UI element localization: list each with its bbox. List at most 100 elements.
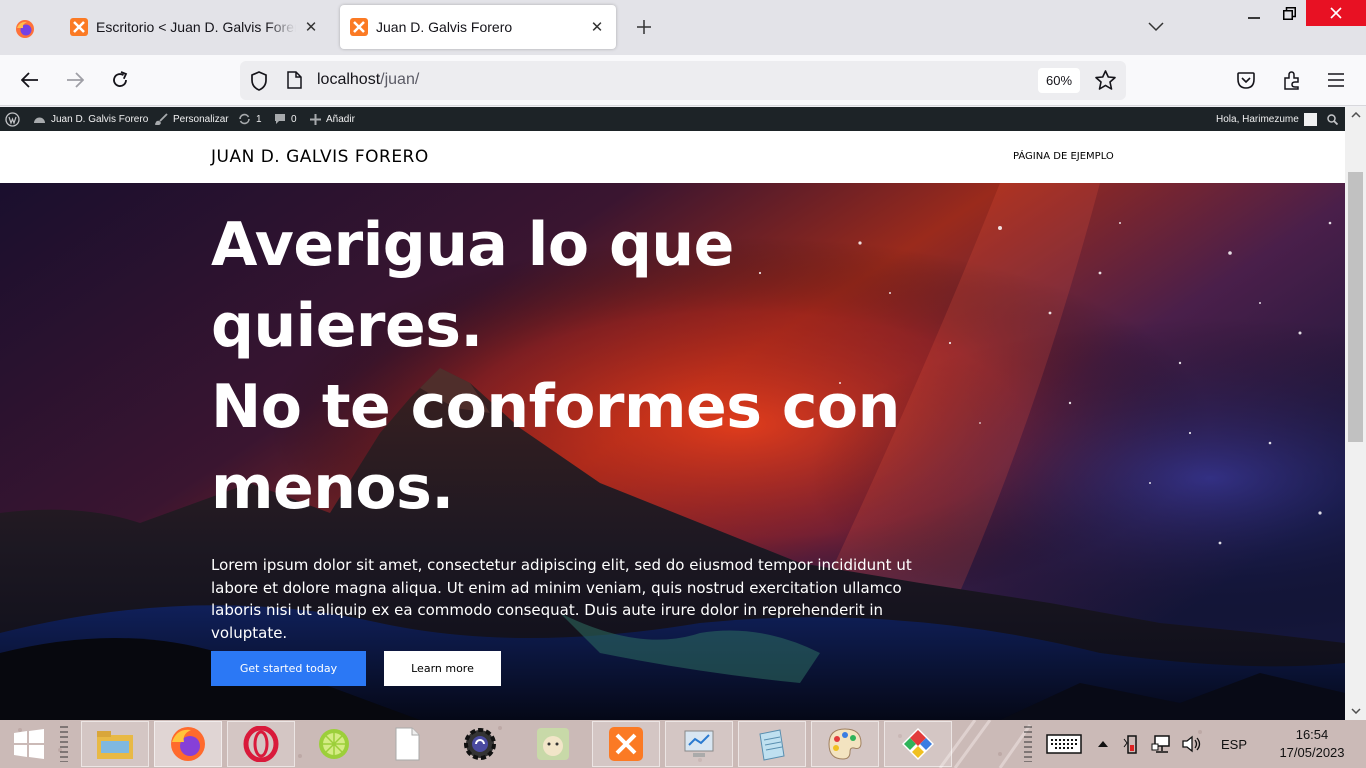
xampp-icon	[70, 18, 88, 36]
close-window-button[interactable]	[1306, 0, 1366, 26]
windows-taskbar: ESP 16:54 17/05/2023	[0, 720, 1366, 768]
battery-tray-icon[interactable]	[1120, 720, 1144, 768]
page-icon[interactable]	[287, 71, 302, 89]
taskbar-paint-app[interactable]	[811, 721, 879, 767]
touch-keyboard-button[interactable]	[1044, 720, 1084, 768]
url-text[interactable]: localhost/juan/	[317, 71, 419, 89]
opera-icon	[243, 726, 279, 762]
close-tab-icon[interactable]: ✕	[588, 18, 606, 36]
plus-icon	[310, 113, 321, 125]
wp-my-account[interactable]: Hola, Harimezume	[1216, 107, 1317, 131]
wp-add-new[interactable]: Añadir	[310, 107, 355, 131]
taskbar-file-explorer[interactable]	[81, 721, 149, 767]
back-button[interactable]	[17, 67, 43, 93]
tab-juan-galvis[interactable]: Juan D. Galvis Forero ✕	[340, 5, 616, 49]
bookmark-star-icon[interactable]	[1095, 70, 1116, 90]
learn-more-button[interactable]: Learn more	[384, 651, 501, 686]
tab-title: Juan D. Galvis Forero	[376, 19, 513, 35]
list-all-tabs-button[interactable]	[1144, 15, 1168, 39]
taskbar-xampp[interactable]	[592, 721, 660, 767]
wp-site-name[interactable]: Juan D. Galvis Forero	[33, 107, 148, 131]
document-icon	[395, 727, 420, 761]
xampp-icon	[350, 18, 368, 36]
menu-button[interactable]	[1323, 67, 1349, 93]
wp-greeting: Hola, Harimezume	[1216, 113, 1299, 125]
hamburger-menu-icon	[1328, 73, 1344, 87]
network-tray-icon[interactable]	[1150, 720, 1174, 768]
taskbar-opera[interactable]	[227, 721, 295, 767]
taskbar-monitor-app[interactable]	[665, 721, 733, 767]
forward-button[interactable]	[62, 67, 88, 93]
nav-item-pagina-de-ejemplo[interactable]: PÁGINA DE EJEMPLO	[1013, 151, 1114, 162]
network-icon	[1151, 735, 1170, 753]
hero-title-line: Averigua lo que	[211, 210, 734, 280]
tab-title: Escritorio < Juan D. Galvis Forero — Wor…	[96, 19, 296, 35]
reload-button[interactable]	[107, 67, 133, 93]
close-tab-icon[interactable]: ✕	[302, 18, 320, 36]
taskbar-firefox[interactable]	[154, 721, 222, 767]
windows-logo-icon	[14, 729, 44, 759]
page-scrollbar[interactable]	[1345, 107, 1366, 720]
updates-icon	[239, 113, 250, 125]
start-button[interactable]	[12, 728, 46, 760]
taskbar-color-tiles-app[interactable]	[884, 721, 952, 767]
taskbar-clock[interactable]: 16:54 17/05/2023	[1262, 726, 1362, 762]
zoom-reset-button[interactable]: 60%	[1038, 68, 1080, 93]
tab-strip: Escritorio < Juan D. Galvis Forero — Wor…	[0, 0, 1366, 55]
speaker-icon	[1182, 735, 1201, 753]
wp-logo-menu[interactable]	[5, 107, 25, 131]
input-language-indicator[interactable]: ESP	[1218, 720, 1250, 768]
restore-icon	[1282, 6, 1296, 20]
taskbar-gripper	[60, 726, 68, 762]
get-started-button[interactable]: Get started today	[211, 651, 366, 686]
firefox-icon	[171, 727, 205, 761]
url-host: localhost	[317, 71, 381, 88]
taskbar-gear-app[interactable]	[446, 721, 514, 767]
taskbar-gripper	[1024, 726, 1032, 762]
wp-comments[interactable]: 0	[274, 107, 297, 131]
new-tab-button[interactable]	[632, 15, 656, 39]
taskbar-blank-document[interactable]	[373, 721, 441, 767]
shield-icon[interactable]	[250, 71, 268, 91]
scroll-down-arrow-icon[interactable]	[1350, 705, 1361, 716]
arrow-left-icon	[21, 72, 38, 88]
wp-add-new-label: Añadir	[326, 113, 355, 125]
wp-comments-count: 0	[291, 113, 297, 125]
minimize-icon	[1248, 17, 1260, 19]
wp-admin-bar: Juan D. Galvis Forero Personalizar 1 0 A…	[0, 107, 1345, 131]
minimize-window-button[interactable]	[1235, 0, 1273, 26]
firefox-view-button[interactable]	[9, 13, 41, 45]
taskbar-lime-app[interactable]	[300, 721, 368, 767]
hero-title: Averigua lo que quieres. No te conformes…	[211, 205, 971, 529]
firefox-icon	[16, 20, 34, 38]
avatar	[1303, 112, 1317, 126]
hero-title-line: No te conformes con	[211, 372, 900, 442]
taskbar-notepad-app[interactable]	[738, 721, 806, 767]
color-tiles-icon	[902, 728, 934, 760]
hero-section: Averigua lo que quieres. No te conformes…	[0, 183, 1345, 720]
close-icon	[1330, 7, 1342, 19]
show-hidden-icons-button[interactable]	[1094, 720, 1112, 768]
restore-window-button[interactable]	[1270, 0, 1308, 26]
battery-icon	[1123, 735, 1137, 754]
extensions-button[interactable]	[1279, 67, 1305, 93]
palette-icon	[828, 728, 862, 760]
volume-tray-icon[interactable]	[1180, 720, 1204, 768]
lime-icon	[319, 729, 349, 759]
pocket-button[interactable]	[1233, 67, 1259, 93]
scroll-thumb[interactable]	[1348, 172, 1363, 442]
wp-customize[interactable]: Personalizar	[155, 107, 229, 131]
gear-icon	[464, 728, 496, 760]
hero-title-line: menos.	[211, 453, 454, 523]
wp-updates[interactable]: 1	[238, 107, 262, 131]
scroll-up-arrow-icon[interactable]	[1350, 109, 1361, 120]
navigation-toolbar: localhost/juan/ 60%	[0, 55, 1366, 106]
taskbar-character-app[interactable]	[519, 721, 587, 767]
site-title[interactable]: JUAN D. GALVIS FORERO	[211, 147, 429, 167]
tab-escritorio[interactable]: Escritorio < Juan D. Galvis Forero — Wor…	[60, 5, 330, 49]
comment-icon	[275, 114, 285, 124]
pocket-icon	[1237, 71, 1255, 89]
wp-search[interactable]	[1327, 107, 1343, 131]
address-bar[interactable]: localhost/juan/ 60%	[240, 61, 1126, 100]
puzzle-icon	[1283, 70, 1299, 90]
